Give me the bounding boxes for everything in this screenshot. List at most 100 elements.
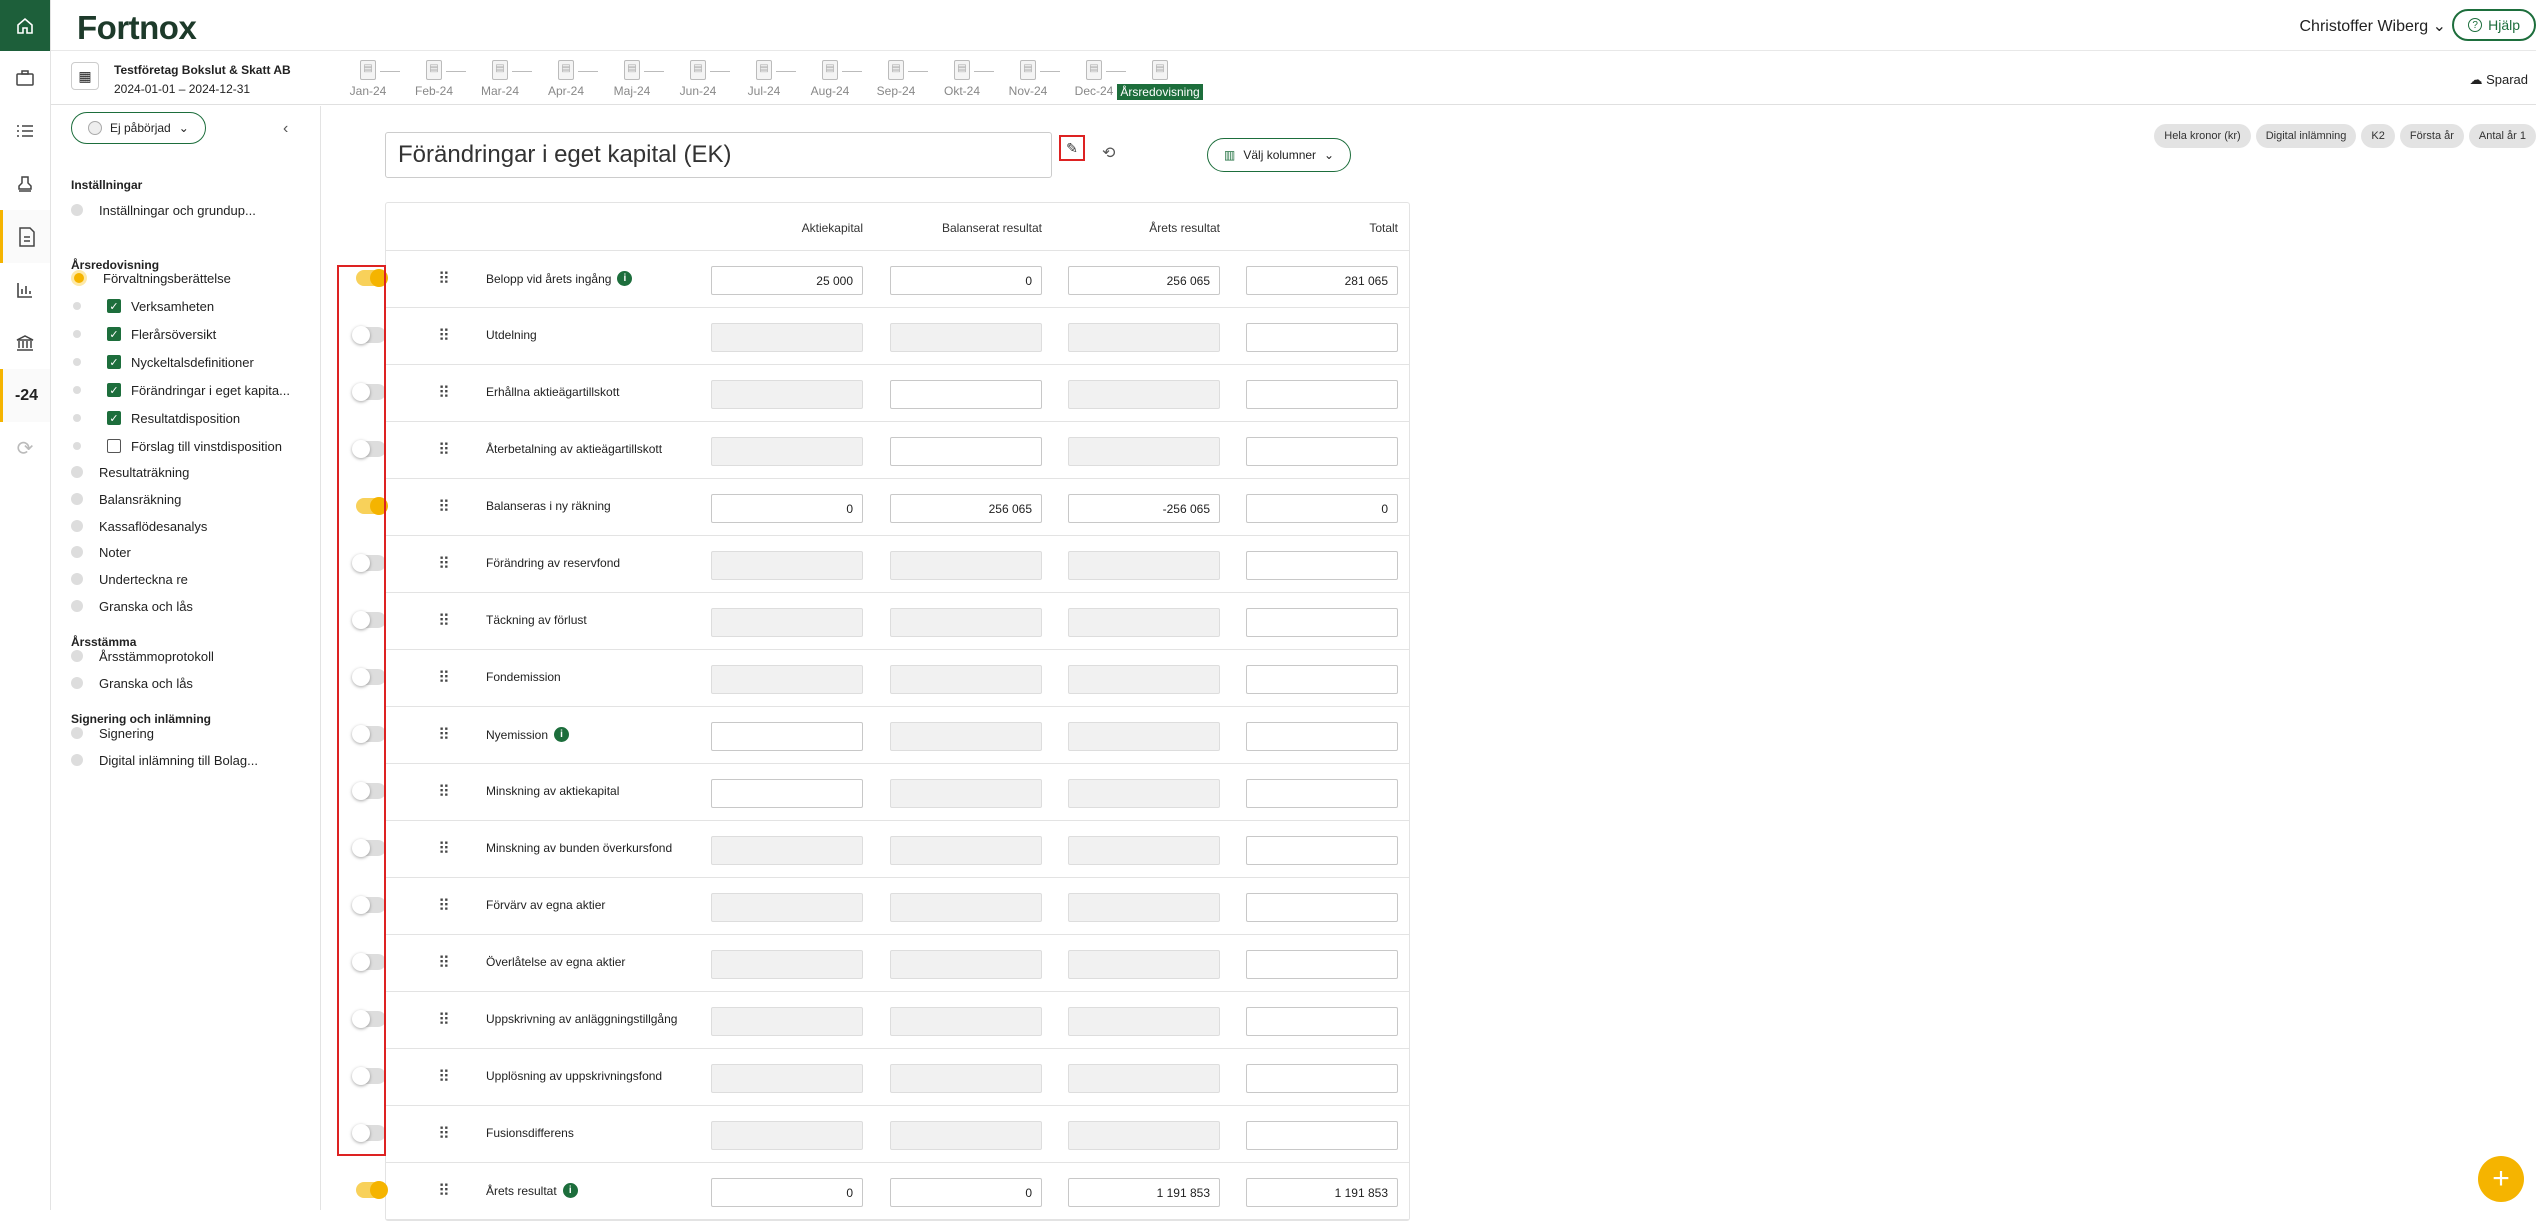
timeline-month[interactable]: ▤Okt-24 (929, 60, 995, 98)
chart-icon[interactable] (0, 263, 50, 316)
stamp-icon[interactable] (0, 157, 50, 210)
drag-handle-icon[interactable]: ⠿ (438, 1010, 449, 1030)
drag-handle-icon[interactable]: ⠿ (438, 839, 449, 859)
amount-input[interactable] (1246, 551, 1398, 580)
timeline-month[interactable]: ▤Apr-24 (533, 60, 599, 98)
amount-input[interactable]: 1 191 853 (1246, 1178, 1398, 1207)
timeline-month[interactable]: ▤Jun-24 (665, 60, 731, 98)
user-menu[interactable]: Christoffer Wiberg ⌄ (2300, 16, 2447, 36)
sidebar-item[interactable]: Granska och lås (71, 671, 193, 695)
setting-chip[interactable]: Hela kronor (kr) (2154, 124, 2250, 148)
amount-input[interactable] (1246, 608, 1398, 637)
help-button[interactable]: ?Hjälp (2452, 9, 2536, 41)
drag-handle-icon[interactable]: ⠿ (438, 554, 449, 574)
amount-input[interactable] (1246, 779, 1398, 808)
checkbox-checked-icon[interactable]: ✓ (107, 299, 121, 313)
sidebar-item[interactable]: ✓Resultatdisposition (71, 406, 240, 430)
checkbox-checked-icon[interactable]: ✓ (107, 327, 121, 341)
sidebar-item[interactable]: ✓Flerårsöversikt (71, 322, 216, 346)
amount-input[interactable]: 256 065 (1068, 266, 1220, 295)
collapse-sidebar-icon[interactable]: ‹ (283, 120, 288, 138)
sidebar-item[interactable]: Granska och lås (71, 594, 193, 618)
drag-handle-icon[interactable]: ⠿ (438, 383, 449, 403)
checkbox-checked-icon[interactable]: ✓ (107, 355, 121, 369)
drag-handle-icon[interactable]: ⠿ (438, 1067, 449, 1087)
amount-input[interactable]: -256 065 (1068, 494, 1220, 523)
amount-input[interactable] (1246, 1064, 1398, 1093)
timeline-month[interactable]: ▤Nov-24 (995, 60, 1061, 98)
add-icon[interactable]: + (2478, 1156, 2524, 1202)
info-icon[interactable]: i (617, 271, 632, 286)
amount-input[interactable] (890, 437, 1042, 466)
list-icon[interactable] (0, 104, 50, 157)
drag-handle-icon[interactable]: ⠿ (438, 1181, 449, 1201)
timeline-month[interactable]: ▤Årsredovisning (1127, 60, 1193, 100)
sidebar-item[interactable]: Resultaträkning (71, 460, 189, 484)
drag-handle-icon[interactable]: ⠿ (438, 440, 449, 460)
history-icon[interactable]: ⟲ (1102, 143, 1115, 163)
drag-handle-icon[interactable]: ⠿ (438, 782, 449, 802)
fortnox-logo[interactable]: Fortnox (77, 9, 196, 47)
timeline-month[interactable]: ▤Aug-24 (797, 60, 863, 98)
drag-handle-icon[interactable]: ⠿ (438, 1124, 449, 1144)
sidebar-item[interactable]: ✓Förändringar i eget kapita... (71, 378, 290, 402)
drag-handle-icon[interactable]: ⠿ (438, 725, 449, 745)
setting-chip[interactable]: K2 (2361, 124, 2394, 148)
calculator-icon[interactable]: ▦ (71, 62, 99, 90)
amount-input[interactable] (1246, 836, 1398, 865)
sidebar-item[interactable]: Årsstämmoprotokoll (71, 644, 214, 668)
timeline-month[interactable]: ▤Sep-24 (863, 60, 929, 98)
drag-handle-icon[interactable]: ⠿ (438, 668, 449, 688)
amount-input[interactable]: 0 (890, 1178, 1042, 1207)
amount-input[interactable]: 281 065 (1246, 266, 1398, 295)
bank-icon[interactable] (0, 316, 50, 369)
timeline-month[interactable]: ▤Jan-24 (335, 60, 401, 98)
sidebar-item[interactable]: Underteckna re (71, 567, 188, 591)
checkbox-empty-icon[interactable] (107, 439, 121, 453)
sidebar-item[interactable]: Balansräkning (71, 487, 181, 511)
timeline-month[interactable]: ▤Feb-24 (401, 60, 467, 98)
refresh-icon[interactable]: ⟳ (0, 422, 50, 475)
sidebar-item[interactable]: Inställningar och grundup... (71, 198, 256, 222)
sidebar-item[interactable]: Kassaflödesanalys (71, 514, 207, 538)
sidebar-item[interactable]: ✓Nyckeltalsdefinitioner (71, 350, 254, 374)
sidebar-item[interactable]: Digital inlämning till Bolag... (71, 748, 258, 772)
sidebar-item[interactable]: Förvaltningsberättelse (71, 266, 231, 290)
setting-chip[interactable]: Digital inlämning (2256, 124, 2357, 148)
amount-input[interactable] (1246, 665, 1398, 694)
amount-input[interactable] (1246, 380, 1398, 409)
amount-input[interactable]: 1 191 853 (1068, 1178, 1220, 1207)
timeline-month[interactable]: ▤Maj-24 (599, 60, 665, 98)
timeline-month[interactable]: ▤Jul-24 (731, 60, 797, 98)
choose-columns-button[interactable]: ▥Välj kolumner⌄ (1207, 138, 1351, 172)
amount-input[interactable] (711, 722, 863, 751)
amount-input[interactable]: 256 065 (890, 494, 1042, 523)
amount-input[interactable]: 0 (890, 266, 1042, 295)
drag-handle-icon[interactable]: ⠿ (438, 953, 449, 973)
sidebar-item[interactable]: Förslag till vinstdisposition (71, 434, 282, 458)
amount-input[interactable] (1246, 722, 1398, 751)
sidebar-item[interactable]: ✓Verksamheten (71, 294, 214, 318)
report-title-input[interactable]: Förändringar i eget kapital (EK) (385, 132, 1052, 178)
setting-chip[interactable]: Första år (2400, 124, 2464, 148)
setting-chip[interactable]: Antal år 1 (2469, 124, 2536, 148)
checkbox-checked-icon[interactable]: ✓ (107, 411, 121, 425)
annual-report-icon[interactable] (0, 210, 50, 263)
amount-input[interactable]: 25 000 (711, 266, 863, 295)
info-icon[interactable]: i (563, 1183, 578, 1198)
amount-input[interactable]: 0 (1246, 494, 1398, 523)
info-icon[interactable]: i (554, 727, 569, 742)
timeline-month[interactable]: ▤Mar-24 (467, 60, 533, 98)
amount-input[interactable] (1246, 1121, 1398, 1150)
amount-input[interactable]: 0 (711, 1178, 863, 1207)
amount-input[interactable] (1246, 893, 1398, 922)
home-icon[interactable] (0, 0, 50, 51)
drag-handle-icon[interactable]: ⠿ (438, 896, 449, 916)
drag-handle-icon[interactable]: ⠿ (438, 269, 449, 289)
row-toggle-switch[interactable] (356, 1182, 386, 1198)
checkbox-checked-icon[interactable]: ✓ (107, 383, 121, 397)
briefcase-icon[interactable] (0, 51, 50, 104)
drag-handle-icon[interactable]: ⠿ (438, 326, 449, 346)
amount-input[interactable] (890, 380, 1042, 409)
sidebar-item[interactable]: Signering (71, 721, 154, 745)
